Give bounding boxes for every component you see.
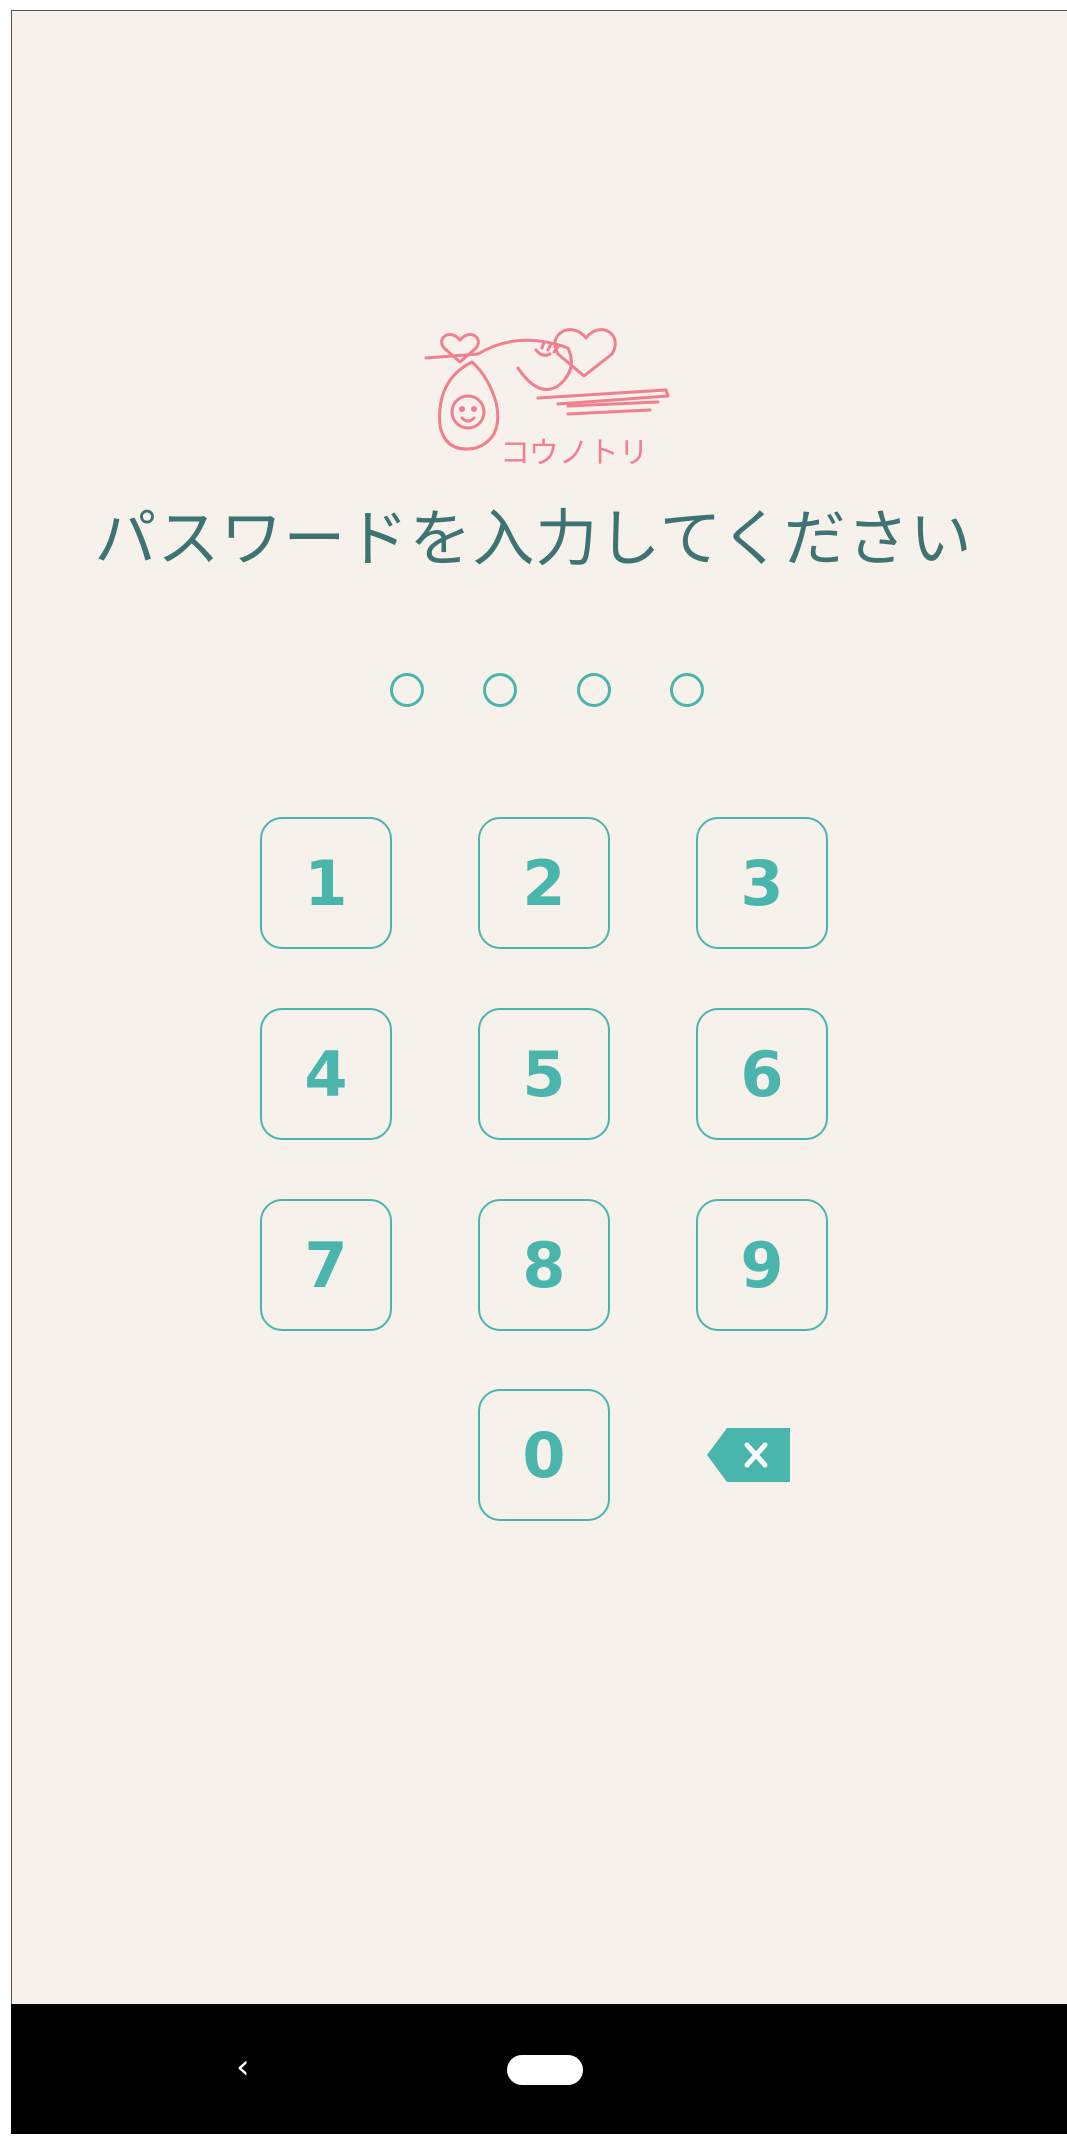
pin-dot-4: [670, 673, 704, 707]
key-7-button[interactable]: 7: [260, 1199, 392, 1331]
pin-dot-1: [390, 673, 424, 707]
backspace-icon: [707, 1428, 790, 1482]
key-1-button[interactable]: 1: [260, 817, 392, 949]
key-4-button[interactable]: 4: [260, 1008, 392, 1140]
key-9-button[interactable]: 9: [696, 1199, 828, 1331]
key-5-button[interactable]: 5: [478, 1008, 610, 1140]
pin-dot-3: [577, 673, 611, 707]
logo-text: コウノトリ: [500, 436, 649, 471]
key-6-button[interactable]: 6: [696, 1008, 828, 1140]
key-3-button[interactable]: 3: [696, 817, 828, 949]
key-2-button[interactable]: 2: [478, 817, 610, 949]
key-0-button[interactable]: 0: [478, 1389, 610, 1521]
page-title: パスワードを入力してください: [94, 502, 973, 575]
pin-dot-2: [483, 673, 517, 707]
kounotori-logo: コウノトリ: [418, 310, 678, 471]
backspace-button[interactable]: [707, 1428, 790, 1482]
pin-indicator: [0, 673, 1067, 709]
home-pill-icon[interactable]: [507, 2055, 583, 2085]
back-button[interactable]: ‹: [236, 2050, 260, 2084]
key-8-button[interactable]: 8: [478, 1199, 610, 1331]
